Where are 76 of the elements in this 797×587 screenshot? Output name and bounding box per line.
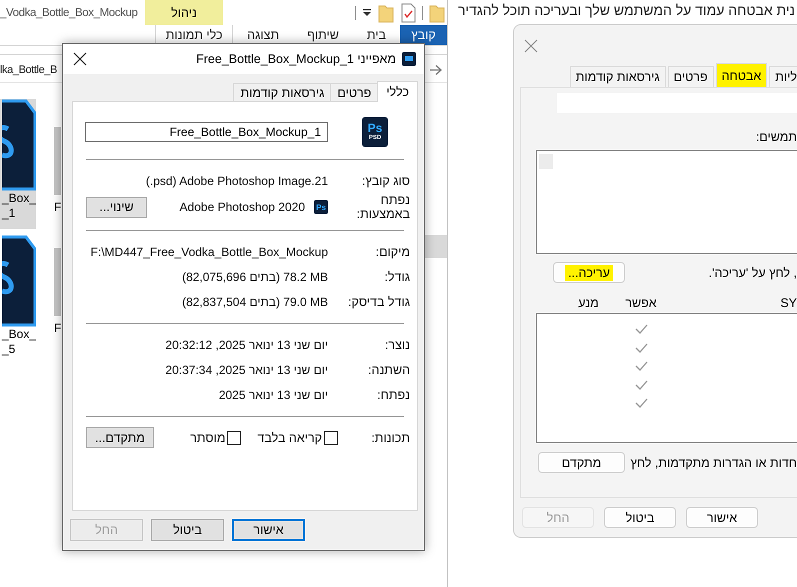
thumbnail: [54, 127, 61, 195]
tab[interactable]: אבטחה: [716, 63, 768, 87]
field-label: מיקום:: [374, 244, 410, 260]
file-name: _Box_ _5: [2, 327, 36, 357]
checklist-icon: [400, 2, 416, 22]
advanced-button[interactable]: מתקדם: [538, 452, 625, 473]
thumbnail: [54, 248, 61, 316]
field-value: Adobe Photoshop 2020: [180, 200, 305, 214]
tab[interactable]: גירסאות קודמות: [233, 83, 332, 101]
hint-text: , לחץ על 'עריכה'.: [708, 266, 797, 280]
tab[interactable]: גירסאות קודמות: [570, 66, 666, 87]
field-label: נפתח:: [376, 386, 410, 404]
dialog-title: מאפייני Free_Bottle_Box_Mockup_1: [196, 52, 396, 66]
close-icon: [73, 52, 87, 66]
folder-icon: [429, 2, 445, 22]
field-value: (82,837,504 בתים) 79.0 MB: [181, 294, 328, 308]
field-value: (82,075,696 בתים) 78.2 MB: [181, 270, 328, 284]
users-list[interactable]: [536, 150, 797, 254]
users-label: תמשים:: [754, 130, 797, 144]
check-icon: [634, 324, 648, 334]
forward-arrow-icon: [429, 64, 443, 76]
check-icon: [634, 398, 648, 408]
tab[interactable]: פרטים: [668, 66, 714, 87]
check-icon: [634, 380, 648, 390]
field-label: סוג קובץ:: [360, 172, 410, 190]
checkbox[interactable]: [227, 430, 242, 444]
checkbox-label: קריאה בלבד: [257, 430, 322, 444]
address-text: lka_Bottle_B: [0, 64, 57, 76]
hint-text: חדות או הגדרות מתקדמות, לחץ: [630, 456, 797, 470]
ribbon-tab[interactable]: תצוגה: [233, 25, 294, 45]
file-tile[interactable]: _Box_ _1: [0, 99, 36, 229]
dialog-button[interactable]: אישור: [232, 519, 305, 541]
column-header: SY: [779, 296, 797, 310]
field-value: F:\MD447_Free_Vodka_Bottle_Box_Mockup: [90, 244, 328, 258]
file-name: _Box_ _1: [2, 191, 36, 221]
ribbon-tab[interactable]: בית: [352, 25, 400, 45]
nav-item[interactable]: [425, 235, 447, 258]
check-icon: [634, 342, 648, 353]
edit-button[interactable]: עריכה...: [553, 262, 625, 283]
checkbox-label: מוסתר: [190, 430, 226, 444]
field-value: יום שני 13 ינואר 2025: [218, 388, 328, 402]
field-label: נוצר:: [384, 336, 410, 354]
window-title: _Vodka_Bottle_Box_Mockup: [0, 6, 138, 18]
field-label: גודל:: [383, 268, 410, 286]
advanced-button[interactable]: מתקדם...: [86, 427, 154, 448]
dialog-button[interactable]: ביטול: [604, 507, 676, 528]
checkbox[interactable]: [324, 430, 338, 444]
photoshop-icon: Ps: [314, 200, 328, 214]
file-icon: [2, 99, 36, 191]
dialog-button[interactable]: ביטול: [151, 519, 224, 541]
context-tab-group-label: ניהול: [145, 0, 223, 25]
dropdown-icon: [362, 8, 372, 18]
field-value: יום שני 13 ינואר 2025, 20:37:34: [164, 362, 328, 376]
field-label: תכונות:: [370, 430, 410, 446]
dialog-button[interactable]: אישור: [686, 507, 758, 528]
field-label: השתנה:: [367, 362, 410, 378]
file-name: F: [54, 200, 62, 214]
column-header: מנע: [577, 296, 600, 310]
tab[interactable]: ליות: [769, 66, 797, 87]
instruction-text: נית אבטחה עמוד על המשתמש שלך ובעריכה תוכל להגדיר: [456, 1, 796, 20]
folder-icon: [378, 2, 394, 22]
file-name: F: [54, 321, 62, 335]
ribbon-tab[interactable]: שיתוף: [293, 25, 353, 45]
field-value: (.psd) Adobe Photoshop Image.21: [144, 174, 328, 188]
file-name-field[interactable]: Free_Bottle_Box_Mockup_1: [85, 122, 328, 142]
field-label: גודל בדיסק:: [347, 294, 410, 310]
ribbon-tab[interactable]: קובץ: [400, 25, 447, 45]
check-icon: [634, 361, 648, 372]
column-header: אפשר: [624, 296, 658, 310]
change-button[interactable]: שינוי...: [86, 196, 147, 218]
file-icon: [2, 235, 36, 327]
tab[interactable]: כללי: [377, 81, 418, 102]
field-value: יום שני 13 ינואר 2025, 20:32:12: [164, 338, 328, 352]
file-tile[interactable]: _Box_ _5: [0, 235, 36, 365]
close-icon: [524, 39, 538, 53]
field-label: נפתח באמצעות:: [356, 193, 410, 221]
